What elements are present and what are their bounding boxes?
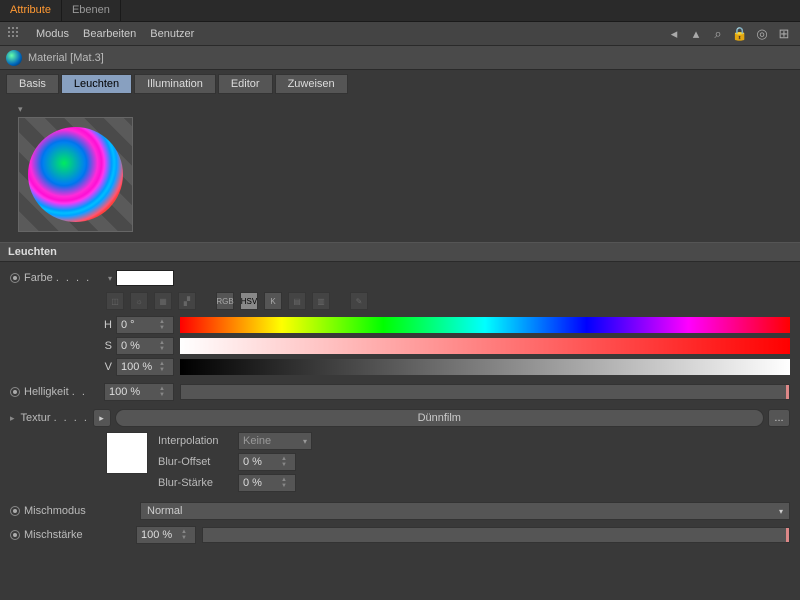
farbe-label: Farbe . . . . xyxy=(24,272,104,284)
lock-icon[interactable]: 🔒 xyxy=(732,26,748,42)
val-slider[interactable] xyxy=(180,359,790,375)
picker-spectrum-icon[interactable]: ☼ xyxy=(130,292,148,310)
nav-up-icon[interactable]: ▴ xyxy=(688,26,704,42)
mischstaerke-field[interactable]: 100 %▲▼ xyxy=(136,526,196,544)
hue-slider[interactable] xyxy=(180,317,790,333)
h-down-icon: ▼ xyxy=(159,325,169,331)
target-icon[interactable]: ◎ xyxy=(754,26,770,42)
interpolation-label: Interpolation xyxy=(158,435,238,447)
picker-wheel-icon[interactable]: ◫ xyxy=(106,292,124,310)
material-icon xyxy=(6,50,22,66)
color-swatch[interactable] xyxy=(116,270,174,286)
picker-image-icon[interactable]: ▦ xyxy=(154,292,172,310)
menu-modus[interactable]: Modus xyxy=(36,28,69,40)
search-icon[interactable]: ⌕ xyxy=(710,26,726,42)
textur-label: Textur . . . . xyxy=(21,412,93,424)
tab-attribute[interactable]: Attribute xyxy=(0,0,62,21)
tab-illumination[interactable]: Illumination xyxy=(134,74,216,94)
tab-basis[interactable]: Basis xyxy=(6,74,59,94)
tab-editor[interactable]: Editor xyxy=(218,74,273,94)
textur-browse-button[interactable]: ... xyxy=(768,409,790,427)
material-preview[interactable] xyxy=(18,117,133,232)
v-label: V xyxy=(98,361,112,373)
preview-sphere xyxy=(28,127,123,222)
panel-tabs: Attribute Ebenen xyxy=(0,0,800,22)
tab-leuchten[interactable]: Leuchten xyxy=(61,74,132,94)
farbe-radio[interactable] xyxy=(10,273,20,283)
menu-bearbeiten[interactable]: Bearbeiten xyxy=(83,28,136,40)
material-title: Material [Mat.3] xyxy=(28,52,104,64)
textur-thumbnail[interactable] xyxy=(106,432,148,474)
helligkeit-slider[interactable] xyxy=(180,384,790,400)
blur-offset-field[interactable]: 0 %▲▼ xyxy=(238,453,296,471)
v-field[interactable]: 100 %▲▼ xyxy=(116,358,174,376)
textur-arrow-button[interactable]: ▸ xyxy=(93,409,111,427)
material-header: Material [Mat.3] xyxy=(0,46,800,70)
tab-ebenen[interactable]: Ebenen xyxy=(62,0,121,21)
mode-k[interactable]: K xyxy=(264,292,282,310)
blur-staerke-field[interactable]: 0 %▲▼ xyxy=(238,474,296,492)
blur-staerke-label: Blur-Stärke xyxy=(158,477,238,489)
tab-zuweisen[interactable]: Zuweisen xyxy=(275,74,348,94)
channel-tabs: Basis Leuchten Illumination Editor Zuwei… xyxy=(0,70,800,98)
swatches-icon[interactable]: ▥ xyxy=(312,292,330,310)
nav-back-icon[interactable]: ◂ xyxy=(666,26,682,42)
textur-field[interactable]: Dünnfilm xyxy=(115,409,764,427)
mischstaerke-radio[interactable] xyxy=(10,530,20,540)
farbe-menu-icon[interactable]: ▾ xyxy=(108,274,112,283)
picker-swatch-icon[interactable]: ▞ xyxy=(178,292,196,310)
s-field[interactable]: 0 %▲▼ xyxy=(116,337,174,355)
blur-offset-label: Blur-Offset xyxy=(158,456,238,468)
new-icon[interactable]: ⊞ xyxy=(776,26,792,42)
mixer-icon[interactable]: ▤ xyxy=(288,292,306,310)
mischstaerke-slider[interactable] xyxy=(202,527,790,543)
mischstaerke-label: Mischstärke xyxy=(24,529,136,541)
mischmodus-label: Mischmodus xyxy=(24,505,136,517)
section-header: Leuchten xyxy=(0,242,800,262)
sat-slider[interactable] xyxy=(180,338,790,354)
mode-rgb[interactable]: RGB xyxy=(216,292,234,310)
helligkeit-radio[interactable] xyxy=(10,387,20,397)
menubar: Modus Bearbeiten Benutzer ◂ ▴ ⌕ 🔒 ◎ ⊞ xyxy=(0,22,800,46)
grip-icon[interactable] xyxy=(8,27,22,41)
preview-collapse-icon[interactable]: ▾ xyxy=(18,104,782,115)
mischmodus-radio[interactable] xyxy=(10,506,20,516)
helligkeit-field[interactable]: 100 %▲▼ xyxy=(104,383,174,401)
interpolation-dropdown[interactable]: Keine▾ xyxy=(238,432,312,450)
menu-benutzer[interactable]: Benutzer xyxy=(150,28,194,40)
mischmodus-dropdown[interactable]: Normal▾ xyxy=(140,502,790,520)
h-field[interactable]: 0 °▲▼ xyxy=(116,316,174,334)
mode-hsv[interactable]: HSV xyxy=(240,292,258,310)
helligkeit-label: Helligkeit . . xyxy=(24,386,104,398)
textur-collapse-icon[interactable]: ▸ xyxy=(10,413,15,424)
s-label: S xyxy=(98,340,112,352)
h-label: H xyxy=(98,319,112,331)
eyedropper-icon[interactable]: ✎ xyxy=(350,292,368,310)
